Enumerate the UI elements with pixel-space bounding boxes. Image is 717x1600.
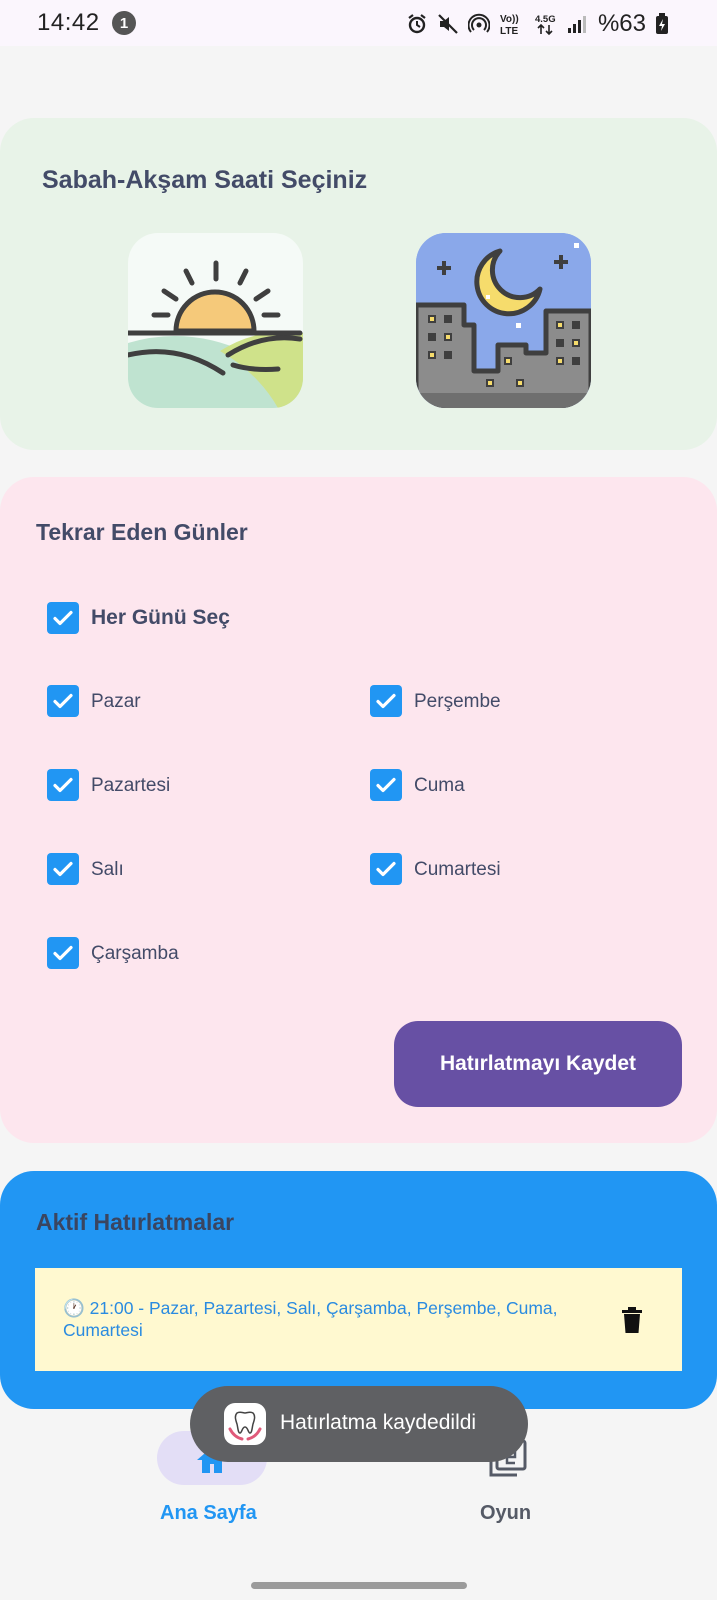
check-icon xyxy=(53,693,73,709)
status-time: 14:42 xyxy=(37,9,100,36)
check-icon xyxy=(53,777,73,793)
check-icon xyxy=(376,777,396,793)
notification-count-badge: 1 xyxy=(112,11,136,35)
volte-icon: Vo))LTE xyxy=(500,14,519,36)
active-reminders-title: Aktif Hatırlatmalar xyxy=(36,1209,235,1235)
check-icon xyxy=(53,861,73,877)
svg-text:Vo)): Vo)) xyxy=(500,14,519,25)
day-checkbox-carsamba[interactable] xyxy=(47,937,79,969)
day-label-pazar: Pazar xyxy=(91,691,141,712)
hotspot-icon xyxy=(467,13,490,33)
day-checkbox-persembe[interactable] xyxy=(370,685,402,717)
nav-home-label[interactable]: Ana Sayfa xyxy=(160,1502,257,1525)
reminder-item: 🕐 21:00 - Pazar, Pazartesi, Salı, Çarşam… xyxy=(35,1268,682,1371)
day-checkbox-cumartesi[interactable] xyxy=(370,853,402,885)
toast-text: Hatırlatma kaydedildi xyxy=(280,1411,477,1434)
check-icon xyxy=(376,693,396,709)
time-of-day-title: Sabah-Akşam Saati Seçiniz xyxy=(42,166,368,194)
day-label-cumartesi: Cumartesi xyxy=(414,859,501,880)
day-checkbox-pazartesi[interactable] xyxy=(47,769,79,801)
select-all-checkbox[interactable] xyxy=(47,602,79,634)
reminder-text: 🕐 21:00 - Pazar, Pazartesi, Salı, Çarşam… xyxy=(63,1298,558,1340)
sunrise-icon xyxy=(128,260,303,408)
network-4.5g-icon: 4.5G xyxy=(535,14,556,36)
day-checkbox-cuma[interactable] xyxy=(370,769,402,801)
evening-option[interactable] xyxy=(416,233,591,408)
day-checkbox-pazar[interactable] xyxy=(47,685,79,717)
repeat-days-card: Tekrar Eden Günler Her Günü Seç Pazar Pa… xyxy=(0,477,717,1143)
tooth-icon xyxy=(228,1411,262,1441)
repeat-days-title: Tekrar Eden Günler xyxy=(36,519,248,545)
day-checkbox-sali[interactable] xyxy=(47,853,79,885)
day-label-cuma: Cuma xyxy=(414,775,465,796)
svg-text:LTE: LTE xyxy=(500,26,518,36)
check-icon xyxy=(376,861,396,877)
status-icons: Vo)) LTE 4.5G %63 xyxy=(406,10,669,38)
delete-reminder-button[interactable] xyxy=(619,1306,645,1334)
morning-option[interactable] xyxy=(128,233,303,408)
gesture-home-bar[interactable] xyxy=(251,1582,467,1589)
svg-text:4.5G: 4.5G xyxy=(535,14,556,25)
signal-icon xyxy=(567,16,586,33)
check-icon xyxy=(53,610,73,626)
save-reminder-button[interactable]: Hatırlatmayı Kaydet xyxy=(394,1021,682,1107)
check-icon xyxy=(53,945,73,961)
day-label-pazartesi: Pazartesi xyxy=(91,775,171,796)
night-city-icon xyxy=(416,233,591,408)
day-label-sali: Salı xyxy=(91,859,124,880)
active-reminders-card: Aktif Hatırlatmalar 🕐 21:00 - Pazar, Paz… xyxy=(0,1171,717,1409)
nav-game-label[interactable]: Oyun xyxy=(480,1502,531,1525)
status-bar: 14:42 1 Vo)) LTE 4.5G %63 xyxy=(0,0,717,46)
app-icon xyxy=(224,1403,266,1445)
mute-icon xyxy=(438,14,458,34)
alarm-icon xyxy=(408,14,426,34)
battery-percent: %63 xyxy=(597,10,646,37)
select-all-label: Her Günü Seç xyxy=(91,606,230,629)
toast-message: Hatırlatma kaydedildi xyxy=(190,1386,528,1462)
time-of-day-card: Sabah-Akşam Saati Seçiniz xyxy=(0,118,717,450)
day-label-carsamba: Çarşamba xyxy=(91,943,179,964)
day-label-persembe: Perşembe xyxy=(414,691,501,712)
trash-icon xyxy=(622,1307,642,1333)
battery-icon xyxy=(656,13,668,34)
